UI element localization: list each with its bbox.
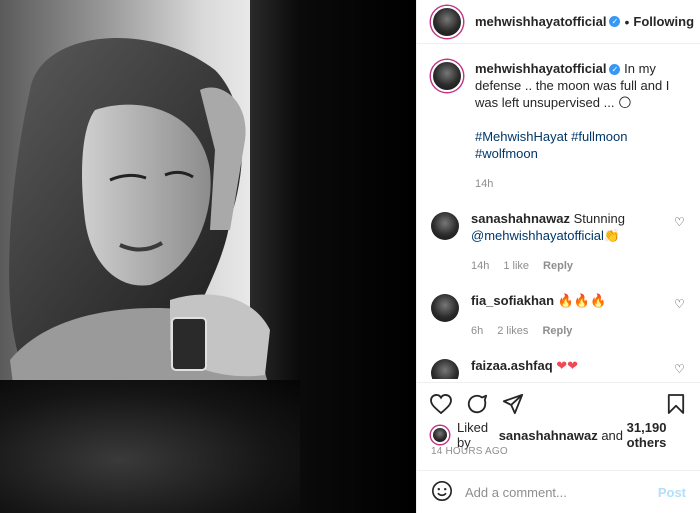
emoji-icon[interactable] (431, 480, 453, 505)
post-timestamp[interactable]: 14 HOURS AGO (431, 446, 508, 457)
comment-mention[interactable]: @mehwishhayatofficial (471, 228, 604, 243)
commenter-avatar[interactable] (431, 294, 459, 322)
comment-meta: 6h 2 likes Reply (471, 323, 661, 340)
bookmark-icon[interactable] (664, 392, 688, 416)
comment-input[interactable] (465, 484, 658, 500)
post-photo[interactable] (0, 0, 416, 513)
post-header: mehwishhayatofficial ✓ • Following (417, 0, 700, 44)
comment-meta: 14h 1 like Reply (471, 258, 661, 275)
comment-time[interactable]: 6h (471, 323, 483, 340)
reply-button[interactable]: Reply (543, 258, 573, 275)
comment-body: faizaa.ashfaq ❤❤ (471, 357, 661, 379)
author-username[interactable]: mehwishhayatofficial (475, 14, 606, 29)
verified-badge-icon: ✓ (609, 64, 621, 76)
comments-feed[interactable]: mehwishhayatofficial ✓ In my defense .. t… (417, 44, 700, 379)
liker-avatar[interactable] (431, 426, 449, 444)
add-comment-bar: Post (417, 470, 700, 513)
commenter-username[interactable]: sanashahnawaz (471, 211, 570, 226)
heart-icon[interactable] (429, 392, 453, 416)
post-comment-button[interactable]: Post (658, 485, 686, 500)
reply-button[interactable]: Reply (542, 323, 572, 340)
verified-badge-icon: ✓ (609, 16, 621, 27)
instagram-post-modal: mehwishhayatofficial ✓ • Following mehwi… (0, 0, 700, 513)
comment-item: sanashahnawaz Stunning @mehwishhayatoffi… (431, 210, 686, 275)
caption-text-block: mehwishhayatofficial ✓ In my defense .. t… (475, 60, 685, 193)
caption-username[interactable]: mehwishhayatofficial (475, 61, 606, 76)
comment-likes[interactable]: 2 likes (497, 323, 528, 340)
comment-like-heart-icon[interactable]: ♡ (674, 363, 686, 375)
post-caption: mehwishhayatofficial ✓ In my defense .. t… (431, 44, 686, 193)
share-icon[interactable] (501, 392, 525, 416)
comment-emoji: 👏 (603, 228, 621, 243)
caption-author-avatar[interactable] (431, 60, 463, 92)
following-button[interactable]: Following (633, 14, 694, 29)
likes-count[interactable]: 31,190 others (627, 420, 692, 450)
comment-item: faizaa.ashfaq ❤❤ ♡ (431, 357, 686, 379)
comment-emoji: 🔥🔥🔥 (557, 293, 607, 308)
comment-like-heart-icon[interactable]: ♡ (674, 298, 686, 310)
comment-body: fia_sofiakhan 🔥🔥🔥 6h 2 likes Reply (471, 292, 661, 340)
comment-time[interactable]: 14h (471, 258, 489, 275)
liked-by-middle: and (601, 427, 624, 443)
commenter-username[interactable]: fia_sofiakhan (471, 293, 554, 308)
comment-text: Stunning (573, 211, 625, 226)
comment-like-heart-icon[interactable]: ♡ (674, 216, 686, 228)
liker-username[interactable]: sanashahnawaz (499, 428, 598, 443)
photo-foreground-arm-shadow (0, 380, 300, 513)
comment-icon[interactable] (465, 392, 489, 416)
commenter-username[interactable]: faizaa.ashfaq (471, 358, 553, 373)
caption-time[interactable]: 14h (475, 176, 685, 193)
commenter-avatar[interactable] (431, 359, 459, 379)
header-separator: • (624, 13, 630, 30)
post-actions-bar (417, 382, 700, 418)
comment-item: fia_sofiakhan 🔥🔥🔥 6h 2 likes Reply ♡ (431, 292, 686, 340)
post-details-panel: mehwishhayatofficial ✓ • Following mehwi… (416, 0, 700, 513)
author-avatar[interactable] (431, 5, 463, 38)
comment-emoji: ❤❤ (556, 358, 579, 373)
comment-likes[interactable]: 1 like (503, 258, 529, 275)
commenter-avatar[interactable] (431, 212, 459, 240)
comment-body: sanashahnawaz Stunning @mehwishhayatoffi… (471, 210, 661, 275)
caption-hashtags[interactable]: #MehwishHayat #fullmoon #wolfmoon (475, 128, 685, 162)
